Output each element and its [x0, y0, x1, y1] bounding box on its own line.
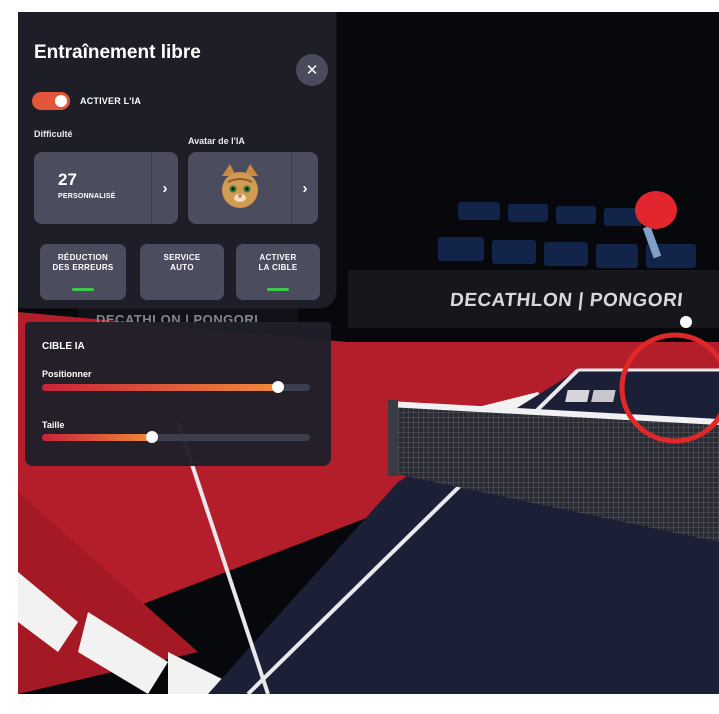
size-slider-label: Taille	[42, 420, 65, 430]
panel-title: Entraînement libre	[34, 42, 201, 63]
slider-handle[interactable]	[145, 431, 158, 443]
target-panel-title: CIBLE IA	[42, 341, 85, 352]
frame-bottom-margin	[0, 694, 719, 714]
slider-handle[interactable]	[271, 381, 284, 393]
target-square-left	[565, 390, 590, 402]
toggle-auto-serve[interactable]: SERVICE AUTO	[140, 244, 224, 300]
difficulty-next-button[interactable]: ›	[151, 152, 178, 224]
slider-fill	[42, 434, 152, 441]
slider-fill	[42, 384, 278, 391]
toggle-label: ACTIVER L'IA	[80, 96, 142, 106]
close-icon: ✕	[305, 62, 319, 79]
option-label: ACTIVER LA CIBLE	[258, 253, 298, 272]
option-label: RÉDUCTION DES ERREURS	[52, 253, 114, 272]
ball-icon	[680, 316, 692, 328]
close-button[interactable]: ✕	[296, 54, 328, 86]
toggle-activate-target[interactable]: ACTIVER LA CIBLE	[236, 244, 320, 300]
target-square-right	[591, 390, 616, 402]
avatar-selector[interactable]: ›	[188, 152, 318, 224]
option-label: SERVICE AUTO	[163, 253, 201, 272]
difficulty-label: Difficulté	[34, 129, 73, 139]
chevron-right-icon: ›	[162, 179, 168, 197]
toggle-error-reduction[interactable]: RÉDUCTION DES ERREURS	[40, 244, 126, 300]
position-slider-label: Positionner	[42, 369, 92, 379]
difficulty-value: 27	[58, 170, 77, 189]
cat-avatar-icon	[222, 164, 258, 208]
target-panel: CIBLE IA Positionner Taille	[25, 322, 331, 466]
chevron-right-icon: ›	[302, 179, 308, 197]
frame-left-margin	[0, 0, 18, 714]
active-indicator	[267, 288, 289, 291]
frame-top-margin	[0, 0, 719, 12]
settings-panel: Entraînement libre ✕ ACTIVER L'IA Diffic…	[18, 12, 336, 308]
size-slider[interactable]	[42, 431, 310, 443]
difficulty-selector[interactable]: 27 PERSONNALISÉ ›	[34, 152, 178, 224]
difficulty-caption: PERSONNALISÉ	[58, 193, 116, 200]
toggle-activate-ai[interactable]	[32, 92, 70, 110]
banner-sponsor: DECATHLON | PONGORI	[448, 290, 685, 311]
position-slider[interactable]	[42, 381, 310, 393]
avatar-next-button[interactable]: ›	[291, 152, 318, 224]
avatar-label: Avatar de l'IA	[188, 136, 245, 146]
toggle-knob	[55, 95, 67, 107]
active-indicator	[72, 288, 94, 291]
